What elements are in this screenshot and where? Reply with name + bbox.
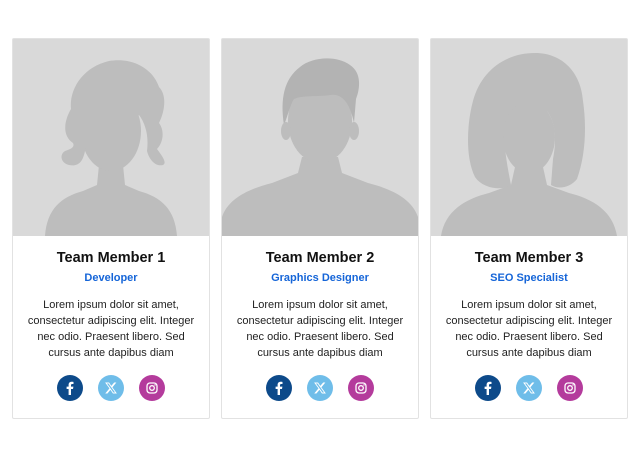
facebook-icon (275, 381, 283, 395)
member-name: Team Member 2 (265, 250, 375, 266)
member-description: Lorem ipsum dolor sit amet, consectetur … (27, 299, 195, 359)
female-bob-silhouette-icon (431, 39, 627, 236)
member-description: Lorem ipsum dolor sit amet, consectetur … (445, 299, 613, 359)
instagram-link[interactable] (139, 375, 165, 401)
facebook-link[interactable] (57, 375, 83, 401)
team-card: Team Member 2 Graphics Designer Lorem ip… (221, 38, 419, 419)
x-twitter-link[interactable] (516, 375, 542, 401)
avatar (222, 39, 418, 236)
member-name: Team Member 1 (56, 250, 166, 266)
member-role: Developer (84, 272, 138, 284)
avatar (431, 39, 627, 236)
x-twitter-icon (105, 382, 117, 394)
x-twitter-link[interactable] (98, 375, 124, 401)
x-twitter-link[interactable] (307, 375, 333, 401)
team-grid: Team Member 1 Developer Lorem ipsum dolo… (12, 38, 628, 419)
social-links (431, 375, 627, 401)
instagram-icon (146, 382, 158, 394)
team-card: Team Member 1 Developer Lorem ipsum dolo… (12, 38, 210, 419)
male-silhouette-icon (222, 39, 418, 236)
team-card: Team Member 3 SEO Specialist Lorem ipsum… (430, 38, 628, 419)
member-description: Lorem ipsum dolor sit amet, consectetur … (236, 299, 404, 359)
female-curly-silhouette-icon (13, 39, 209, 236)
facebook-icon (484, 381, 492, 395)
instagram-icon (564, 382, 576, 394)
social-links (222, 375, 418, 401)
x-twitter-icon (523, 382, 535, 394)
x-twitter-icon (314, 382, 326, 394)
member-role: SEO Specialist (490, 272, 568, 284)
member-role: Graphics Designer (271, 272, 369, 284)
instagram-icon (355, 382, 367, 394)
avatar (13, 39, 209, 236)
social-links (13, 375, 209, 401)
member-name: Team Member 3 (474, 250, 584, 266)
instagram-link[interactable] (557, 375, 583, 401)
facebook-link[interactable] (475, 375, 501, 401)
facebook-icon (66, 381, 74, 395)
facebook-link[interactable] (266, 375, 292, 401)
instagram-link[interactable] (348, 375, 374, 401)
